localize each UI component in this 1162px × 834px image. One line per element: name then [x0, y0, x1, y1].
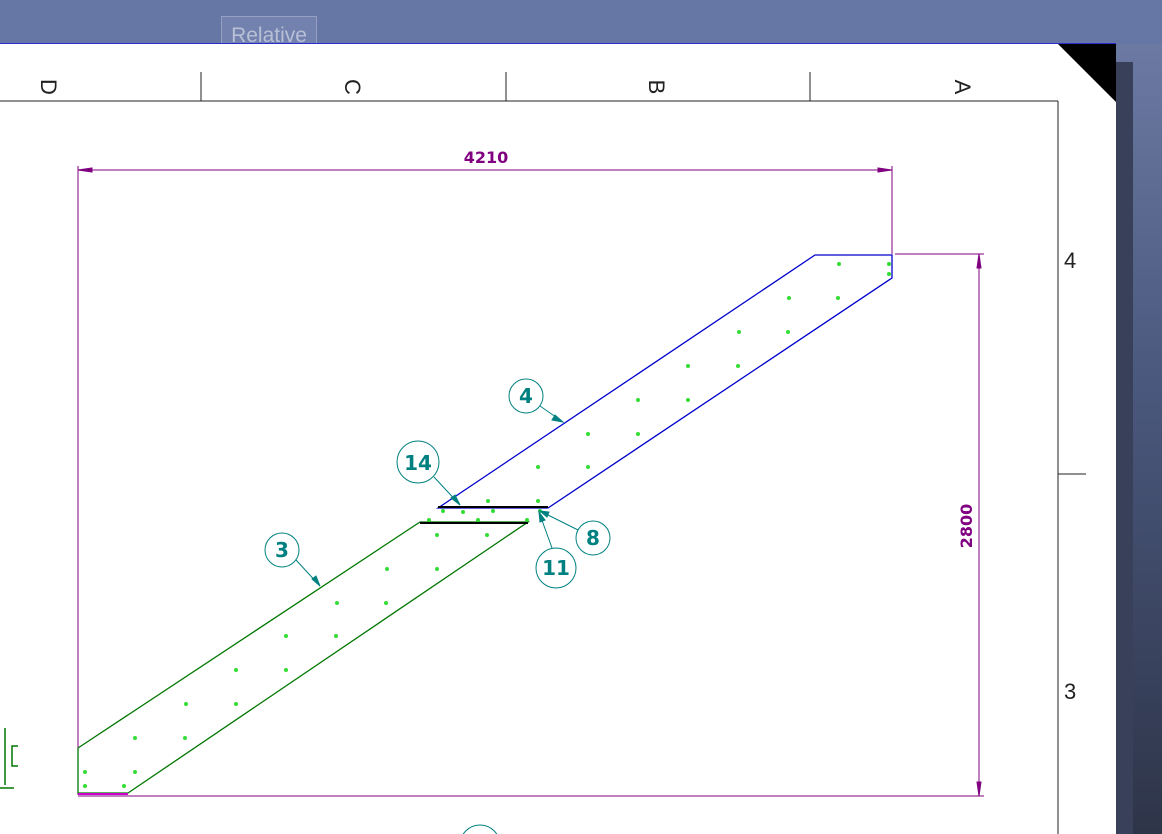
callout-14-label: 14 — [404, 451, 432, 475]
callout-8-label: 8 — [586, 526, 600, 550]
row-label-3: 3 — [1064, 679, 1077, 704]
row-label-4: 4 — [1064, 248, 1077, 273]
zone-label-a: A — [950, 79, 975, 95]
sheet-corner-triangle — [1058, 44, 1116, 102]
dimension-horizontal-label: 4210 — [464, 148, 509, 167]
dimension-horizontal — [77, 166, 893, 795]
rebar-dots — [83, 262, 891, 788]
callout-partial — [462, 824, 498, 834]
callout-3-label: 3 — [275, 538, 289, 562]
callout-3[interactable] — [264, 532, 321, 587]
callout-4-label: 4 — [519, 384, 533, 408]
dimension-vertical — [78, 253, 984, 797]
viewport-title-bar — [0, 0, 1162, 44]
vertical-scrollbar[interactable] — [1116, 62, 1133, 834]
zone-label-c: C — [340, 79, 365, 95]
drawing-svg: 4210 2800 4 14 3 8 11 — [0, 72, 1086, 834]
section-marker — [0, 728, 18, 789]
lower-flight-outline — [77, 521, 531, 794]
drawing-canvas[interactable]: 4210 2800 4 14 3 8 11 — [0, 44, 1116, 834]
zone-label-d: D — [36, 79, 61, 95]
callout-11-label: 11 — [542, 556, 570, 580]
callout-4[interactable] — [508, 378, 565, 423]
dimension-vertical-label: 2800 — [957, 504, 976, 549]
zone-label-b: B — [644, 79, 669, 95]
upper-flight-outline — [435, 254, 893, 509]
